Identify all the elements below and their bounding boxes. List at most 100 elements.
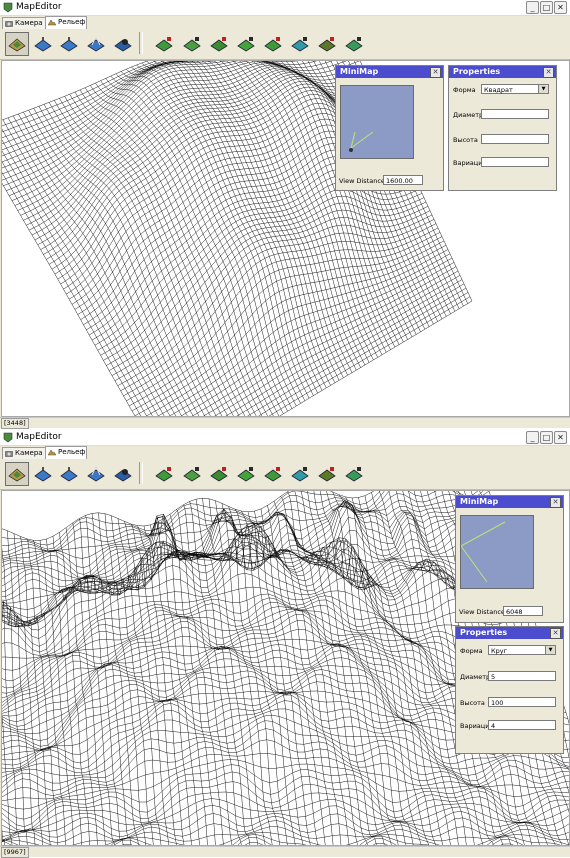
texture-brush-1-button[interactable] (152, 462, 176, 486)
view-distance-input[interactable]: 1600.00 (383, 175, 423, 185)
texture-brush-5-icon (264, 467, 282, 482)
terrain-lower-button[interactable] (31, 462, 55, 486)
app-icon (3, 432, 13, 443)
toolbar (0, 459, 570, 490)
terrain-noise-button[interactable] (84, 462, 108, 486)
properties-title: Properties ✕ (449, 66, 556, 78)
diameter-label: Диаметр (453, 111, 484, 119)
terrain-flatten-button[interactable] (57, 462, 81, 486)
title-bar[interactable]: MapEditor _ □ ✕ (0, 0, 570, 16)
close-icon[interactable]: ✕ (430, 67, 441, 78)
properties-title-text: Properties (460, 628, 508, 637)
form-select[interactable]: Круг ▼ (488, 645, 556, 655)
height-input[interactable] (481, 134, 549, 144)
variation-input[interactable]: 4 (488, 720, 556, 730)
texture-brush-3-button[interactable] (207, 32, 231, 56)
texture-brush-2-button[interactable] (180, 32, 204, 56)
relief-icon (48, 449, 56, 456)
toolbar-separator (139, 32, 143, 54)
texture-brush-7-button[interactable] (315, 32, 339, 56)
terrain-smooth-button[interactable] (111, 462, 135, 486)
terrain-lower-button[interactable] (31, 32, 55, 56)
texture-brush-6-icon (291, 37, 309, 52)
texture-brush-1-button[interactable] (152, 32, 176, 56)
diameter-input[interactable]: 5 (488, 671, 556, 681)
texture-brush-3-button[interactable] (207, 462, 231, 486)
texture-brush-3-icon (210, 467, 228, 482)
tab-camera[interactable]: Камера (2, 17, 46, 29)
close-icon[interactable]: ✕ (550, 628, 561, 639)
texture-brush-6-button[interactable] (288, 32, 312, 56)
minimap-title-text: MiniMap (340, 67, 379, 76)
toolbar-separator (139, 462, 143, 484)
tab-relief[interactable]: Рельеф (45, 446, 87, 459)
close-icon[interactable]: ✕ (543, 67, 554, 78)
texture-brush-7-icon (318, 37, 336, 52)
window-title: MapEditor (16, 2, 62, 12)
texture-brush-8-icon (345, 37, 363, 52)
texture-brush-8-button[interactable] (342, 462, 366, 486)
mode-tabs: Камера Рельеф (0, 446, 570, 459)
height-input[interactable]: 100 (488, 697, 556, 707)
status-bar: [9967] (0, 846, 570, 858)
camera-frustum-icon (349, 131, 374, 152)
chevron-down-icon[interactable]: ▼ (545, 646, 555, 654)
status-cell: [9967] (1, 847, 29, 858)
terrain-lower-icon (34, 37, 52, 52)
close-button[interactable]: ✕ (554, 1, 567, 14)
maximize-button[interactable]: □ (540, 431, 553, 444)
properties-title-text: Properties (453, 67, 501, 76)
height-label: Высота (453, 136, 478, 144)
map-editor-window-bottom: MapEditor _ □ ✕ Камера Рельеф MiniMap ✕ V… (0, 430, 570, 858)
minimap-title: MiniMap ✕ (456, 496, 563, 508)
chevron-down-icon[interactable]: ▼ (538, 85, 548, 93)
terrain-smooth-icon (114, 39, 132, 52)
texture-brush-4-button[interactable] (234, 462, 258, 486)
texture-brush-8-button[interactable] (342, 32, 366, 56)
form-label: Форма (453, 86, 476, 94)
texture-brush-7-button[interactable] (315, 462, 339, 486)
minimap-view[interactable] (340, 85, 414, 159)
texture-brush-6-button[interactable] (288, 462, 312, 486)
tab-label: Рельеф (58, 448, 86, 456)
texture-brush-5-button[interactable] (261, 32, 285, 56)
terrain-flatten-button[interactable] (57, 32, 81, 56)
title-bar[interactable]: MapEditor _ □ ✕ (0, 430, 570, 446)
terrain-flatten-icon (60, 37, 78, 52)
terrain-raise-button[interactable] (5, 462, 29, 486)
terrain-flatten-icon (60, 467, 78, 482)
texture-brush-5-button[interactable] (261, 462, 285, 486)
texture-brush-4-icon (237, 467, 255, 482)
terrain-raise-button[interactable] (5, 32, 29, 56)
form-select-value: Круг (491, 647, 508, 655)
variation-input[interactable] (481, 157, 549, 167)
tab-label: Камера (15, 449, 43, 457)
relief-icon (48, 19, 56, 26)
texture-brush-6-icon (291, 467, 309, 482)
close-icon[interactable]: ✕ (550, 497, 561, 508)
view-distance-label: View Distance (459, 608, 505, 616)
minimap-view[interactable] (460, 515, 534, 589)
view-distance-input[interactable]: 6048 (503, 606, 543, 616)
maximize-button[interactable]: □ (540, 1, 553, 14)
diameter-input[interactable] (481, 109, 549, 119)
texture-brush-2-button[interactable] (180, 462, 204, 486)
status-cell: [3448] (1, 418, 29, 429)
tab-label: Камера (15, 19, 43, 27)
close-button[interactable]: ✕ (554, 431, 567, 444)
minimize-button[interactable]: _ (526, 431, 539, 444)
tab-relief[interactable]: Рельеф (45, 16, 87, 29)
form-label: Форма (460, 647, 483, 655)
tab-camera[interactable]: Камера (2, 447, 46, 459)
minimap-title: MiniMap ✕ (336, 66, 443, 78)
texture-brush-7-icon (318, 467, 336, 482)
terrain-raise-icon (8, 468, 26, 482)
camera-frustum-icon (460, 521, 506, 583)
texture-brush-4-button[interactable] (234, 32, 258, 56)
minimize-button[interactable]: _ (526, 1, 539, 14)
terrain-smooth-button[interactable] (111, 32, 135, 56)
terrain-noise-button[interactable] (84, 32, 108, 56)
form-select[interactable]: Квадрат ▼ (481, 84, 549, 94)
minimap-panel: MiniMap ✕ View Distance 6048 (455, 495, 564, 623)
texture-brush-2-icon (183, 467, 201, 482)
